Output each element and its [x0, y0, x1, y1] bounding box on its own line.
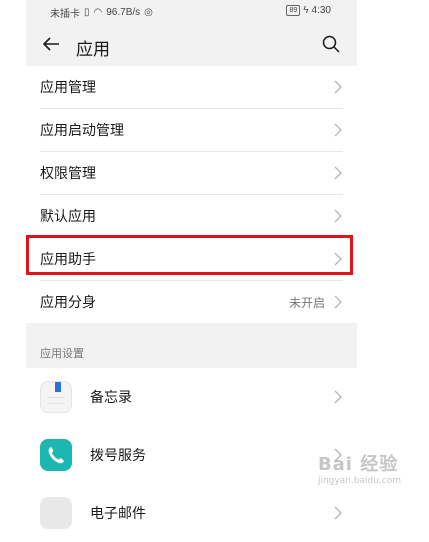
back-arrow-icon[interactable]	[40, 33, 62, 55]
app-label: 电子邮件	[90, 505, 146, 521]
app-row-dialer[interactable]: 拨号服务	[40, 426, 343, 484]
sim-icon: ▯	[84, 7, 90, 18]
menu-item-label: 应用助手	[40, 251, 96, 267]
menu-item-label: 默认应用	[40, 208, 96, 224]
clock: 4:30	[311, 5, 331, 16]
chevron-right-icon	[334, 390, 342, 404]
menu-item-app-management[interactable]: 应用管理	[40, 66, 343, 109]
carrier-label: 未插卡	[50, 9, 80, 20]
menu-item-label: 应用分身	[40, 294, 96, 310]
menu-item-default-apps[interactable]: 默认应用	[40, 195, 343, 238]
network-speed: 96.7B/s	[106, 7, 141, 18]
menu-item-app-twin[interactable]: 应用分身 未开启	[40, 281, 343, 323]
page-title: 应用	[76, 40, 110, 59]
section-title-app-settings: 应用设置	[40, 348, 84, 360]
menu-item-app-launch[interactable]: 应用启动管理	[40, 109, 343, 152]
app-bar: 应用	[26, 24, 357, 66]
chevron-right-icon	[334, 80, 342, 94]
chevron-right-icon	[334, 506, 342, 520]
chevron-right-icon	[334, 209, 342, 223]
charging-icon: ϟ	[303, 5, 309, 16]
chevron-right-icon	[334, 123, 342, 137]
phone-screen: 未插卡 ▯ ◠ 96.7B/s ◎ 89 ϟ 4:30 应用 应用管理 应用启动…	[26, 0, 357, 529]
wifi-icon: ◠	[93, 7, 103, 18]
menu-item-label: 应用启动管理	[40, 122, 124, 138]
memo-icon	[40, 381, 72, 413]
menu-item-permissions[interactable]: 权限管理	[40, 152, 343, 195]
watermark-url: jingyan.baidu.com	[317, 476, 401, 486]
chevron-right-icon	[334, 252, 342, 266]
status-bar: 未插卡 ▯ ◠ 96.7B/s ◎ 89 ϟ 4:30	[26, 0, 357, 22]
nfc-icon: ◎	[144, 7, 153, 18]
app-row-email[interactable]: 电子邮件	[40, 484, 343, 542]
app-row-memo[interactable]: 备忘录	[40, 368, 343, 426]
app-label: 备忘录	[90, 389, 132, 405]
menu-item-label: 应用管理	[40, 79, 96, 95]
menu-item-label: 权限管理	[40, 165, 96, 181]
search-icon[interactable]	[321, 34, 341, 54]
battery-icon: 89	[286, 5, 301, 16]
app-menu-card: 应用管理 应用启动管理 权限管理 默认应用 应用助手 应用分身 未开启	[26, 66, 357, 323]
phone-icon	[40, 439, 72, 471]
menu-item-app-assistant[interactable]: 应用助手	[40, 238, 343, 281]
chevron-right-icon	[334, 295, 342, 309]
watermark-text: Bai 经验	[317, 454, 399, 475]
mail-icon	[40, 497, 72, 529]
chevron-right-icon	[334, 166, 342, 180]
app-label: 拨号服务	[90, 447, 146, 463]
baidu-watermark: Bai 经验 jingyan.baidu.com	[318, 450, 401, 486]
app-twin-status: 未开启	[288, 296, 325, 310]
app-settings-card: 备忘录 拨号服务 电子邮件	[26, 368, 357, 529]
